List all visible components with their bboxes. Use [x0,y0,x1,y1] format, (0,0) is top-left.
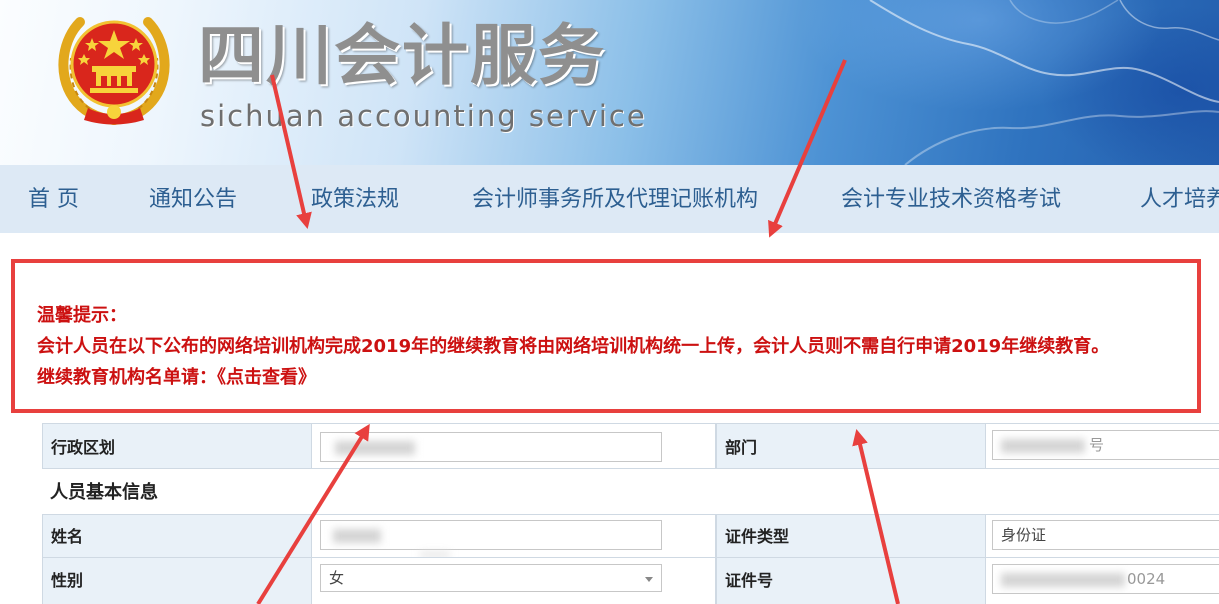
section-title-basic-info: 人员基本信息 [50,482,158,503]
region-label: 行政区划 [51,438,116,457]
chevron-down-icon [645,577,653,582]
form-row-section: 人员基本信息 [42,468,1219,515]
redacted-region-value [335,441,415,455]
form-row-region: 行政区划 部门 号 [42,423,1219,469]
notice-list-line: 继续教育机构名单请：《点击查看》 [37,366,316,390]
department-input[interactable]: 号 [992,430,1219,460]
nav-item-home[interactable]: 首 页 [28,165,79,233]
gender-label-cell: 性别 [42,558,312,604]
page: 四川会计服务 sichuan accounting service 首 页 通知… [0,0,1219,604]
view-list-link[interactable]: 《点击查看》 [217,367,316,388]
department-label: 部门 [725,438,758,457]
nav-item-policies[interactable]: 政策法规 [311,165,399,233]
gender-value-cell: 女 [312,558,716,604]
name-value-cell [312,515,716,558]
name-input[interactable] [320,520,662,550]
gender-value: 女 [329,569,345,587]
id-type-select[interactable]: 身份证 [992,520,1219,550]
gender-select[interactable]: 女 [320,564,662,592]
id-number-value-cell: 0024 [986,558,1219,604]
notice-box: 温馨提示： 会计人员在以下公布的网络培训机构完成2019年的继续教育将由网络培训… [11,259,1201,413]
nav-item-firms[interactable]: 会计师事务所及代理记账机构 [472,165,758,233]
notice-body: 会计人员在以下公布的网络培训机构完成2019年的继续教育将由网络培训机构统一上传… [37,336,1110,357]
nav-item-talent[interactable]: 人才培养 [1140,165,1219,233]
region-input[interactable] [320,432,662,462]
redacted-id-number [1001,573,1125,587]
notice-title: 温馨提示： [37,305,127,326]
id-number-label: 证件号 [725,571,774,590]
region-value-cell [312,424,716,469]
id-type-label-cell: 证件类型 [716,515,986,558]
main-nav: 首 页 通知公告 政策法规 会计师事务所及代理记账机构 会计专业技术资格考试 人… [0,165,1219,233]
form-row-gender: 性别 女 证件号 0024 [42,557,1219,604]
id-number-label-cell: 证件号 [716,558,986,604]
national-emblem-icon [58,17,170,125]
id-type-value-cell: 身份证 [986,515,1219,558]
department-value-cell: 号 [986,424,1219,469]
person-info-form: 行政区划 部门 号 人员基本信息 姓名 证件类型 身份证 性别 女 证件号 00… [42,423,1219,604]
nav-item-exams[interactable]: 会计专业技术资格考试 [841,165,1061,233]
site-title: 四川会计服务 [198,17,606,94]
name-label-cell: 姓名 [42,515,312,558]
site-banner: 四川会计服务 sichuan accounting service [0,0,1219,165]
notice-list-prefix: 继续教育机构名单请： [37,367,217,388]
form-row-name: 姓名 证件类型 身份证 [42,514,1219,558]
site-subtitle: sichuan accounting service [200,99,647,133]
nav-item-notices[interactable]: 通知公告 [149,165,237,233]
map-outline-graphic [869,0,1219,165]
department-label-cell: 部门 [716,424,986,469]
name-label: 姓名 [51,527,84,546]
redacted-department-value [1001,439,1085,453]
department-value-suffix: 号 [1089,436,1105,454]
region-label-cell: 行政区划 [42,424,312,469]
redacted-name-value [333,529,381,543]
id-number-suffix: 0024 [1127,570,1166,588]
gender-label: 性别 [51,571,84,590]
id-type-label: 证件类型 [725,527,790,546]
id-number-input[interactable]: 0024 [992,564,1219,594]
